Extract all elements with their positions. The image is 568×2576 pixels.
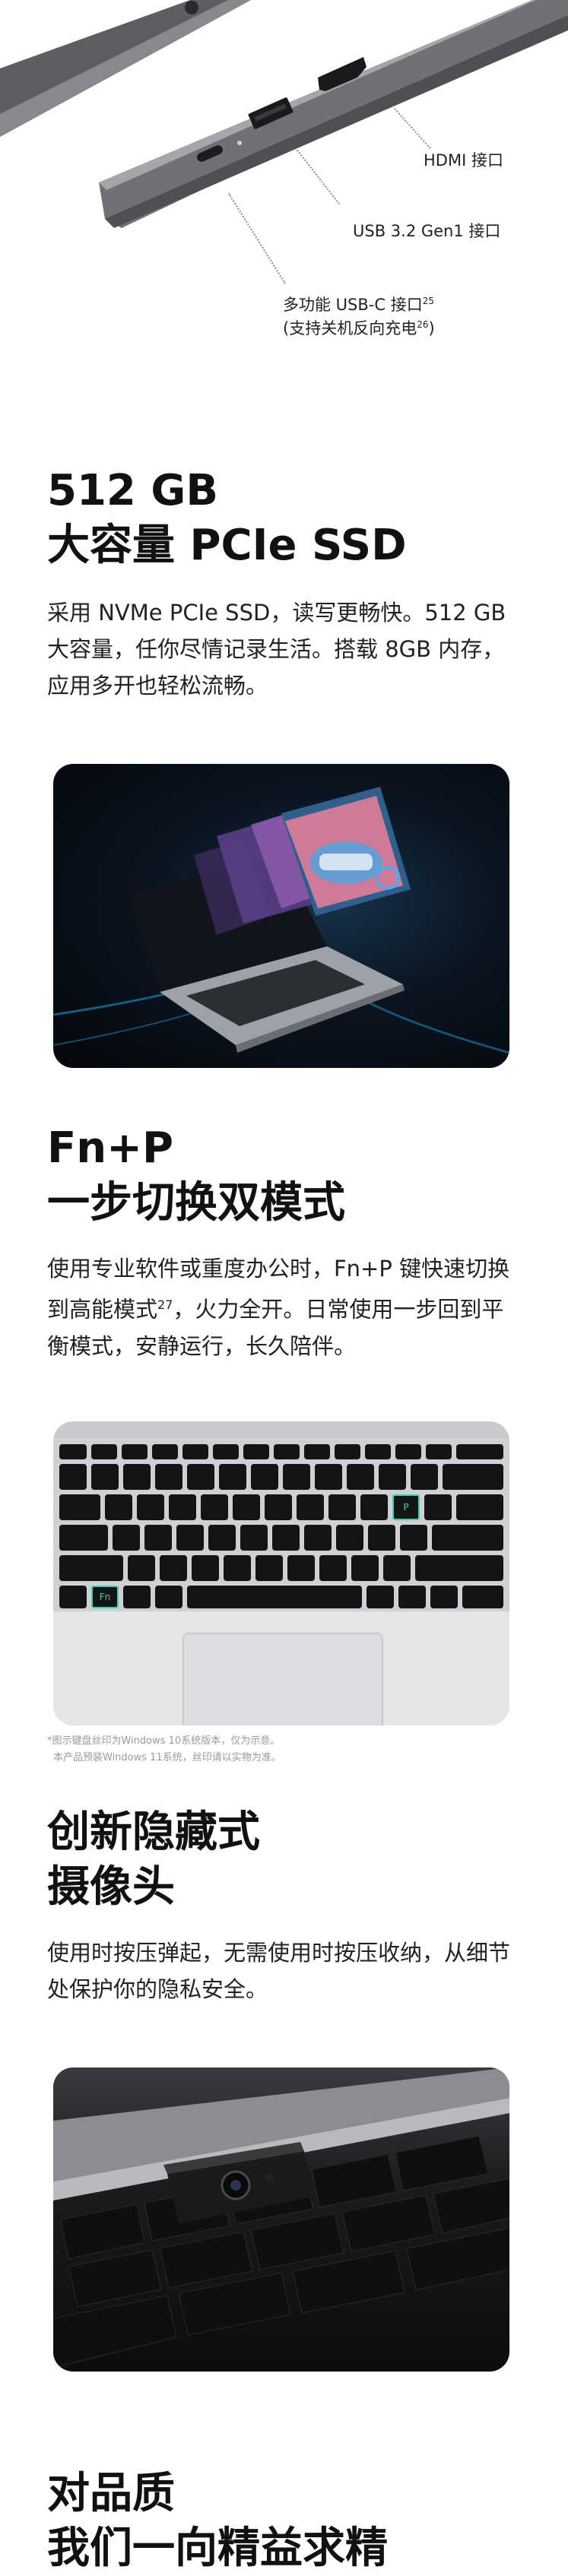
quality-title-line2: 我们一向精益求精 xyxy=(47,2524,388,2573)
quality-title: 对品质 我们一向精益求精 xyxy=(47,2467,388,2576)
keyboard-deck: P Fn xyxy=(53,1438,509,1611)
keyboard-top-edge xyxy=(53,1421,509,1438)
camera-keyboard-illustration xyxy=(53,2067,509,2368)
camera-title: 创新隐藏式 摄像头 xyxy=(47,1805,260,1915)
keyboard-note: *图示键盘丝印为Windows 10系统版本，仅为示意。 本产品预装Window… xyxy=(47,1733,281,1766)
usbc-port-label-line1: 多功能 USB-C 接口25 xyxy=(283,296,434,314)
laptop-screens-illustration xyxy=(53,787,509,1054)
hdmi-port-label: HDMI 接口 xyxy=(424,151,503,170)
keyboard-note-line2: 本产品预装Windows 11系统，丝印请以实物为准。 xyxy=(53,1752,281,1763)
touchpad xyxy=(182,1633,383,1725)
usbc-port-label-line2: (支持关机反向充电26) xyxy=(283,319,435,337)
ssd-title-line1: 512 GB xyxy=(47,466,219,515)
ports-hero: HDMI 接口 USB 3.2 Gen1 接口 多功能 USB-C 接口25 (… xyxy=(0,0,568,357)
camera-title-line1: 创新隐藏式 xyxy=(47,1808,260,1857)
ssd-title-line2: 大容量 PCIe SSD xyxy=(47,521,407,570)
keyboard-image-card: P Fn xyxy=(53,1421,509,1725)
fnp-description: 使用专业软件或重度办公时，Fn+P 键快速切换到高能模式27，火力全开。日常使用… xyxy=(47,1256,510,1359)
fn-key: Fn xyxy=(91,1586,119,1608)
ssd-description: 采用 NVMe PCIe SSD，读写更畅快。512 GB 大容量，任你尽情记录… xyxy=(47,600,506,699)
camera-title-line2: 摄像头 xyxy=(47,1862,175,1912)
keyboard-note-line1: *图示键盘丝印为Windows 10系统版本，仅为示意。 xyxy=(47,1735,281,1747)
fnp-title-line2: 一步切换双模式 xyxy=(47,1178,345,1228)
usb-port-label: USB 3.2 Gen1 接口 xyxy=(353,222,501,240)
fnp-title-line1: Fn+P xyxy=(47,1123,174,1173)
quality-title-line1: 对品质 xyxy=(47,2469,175,2518)
camera-image-card xyxy=(53,2067,509,2372)
p-key: P xyxy=(392,1494,420,1520)
ssd-image-card xyxy=(53,764,509,1068)
fnp-title: Fn+P 一步切换双模式 xyxy=(47,1121,345,1231)
ssd-title: 512 GB 大容量 PCIe SSD xyxy=(47,464,407,573)
camera-description: 使用时按压弹起，无需使用时按压收纳，从细节处保护你的隐私安全。 xyxy=(47,1940,511,2002)
